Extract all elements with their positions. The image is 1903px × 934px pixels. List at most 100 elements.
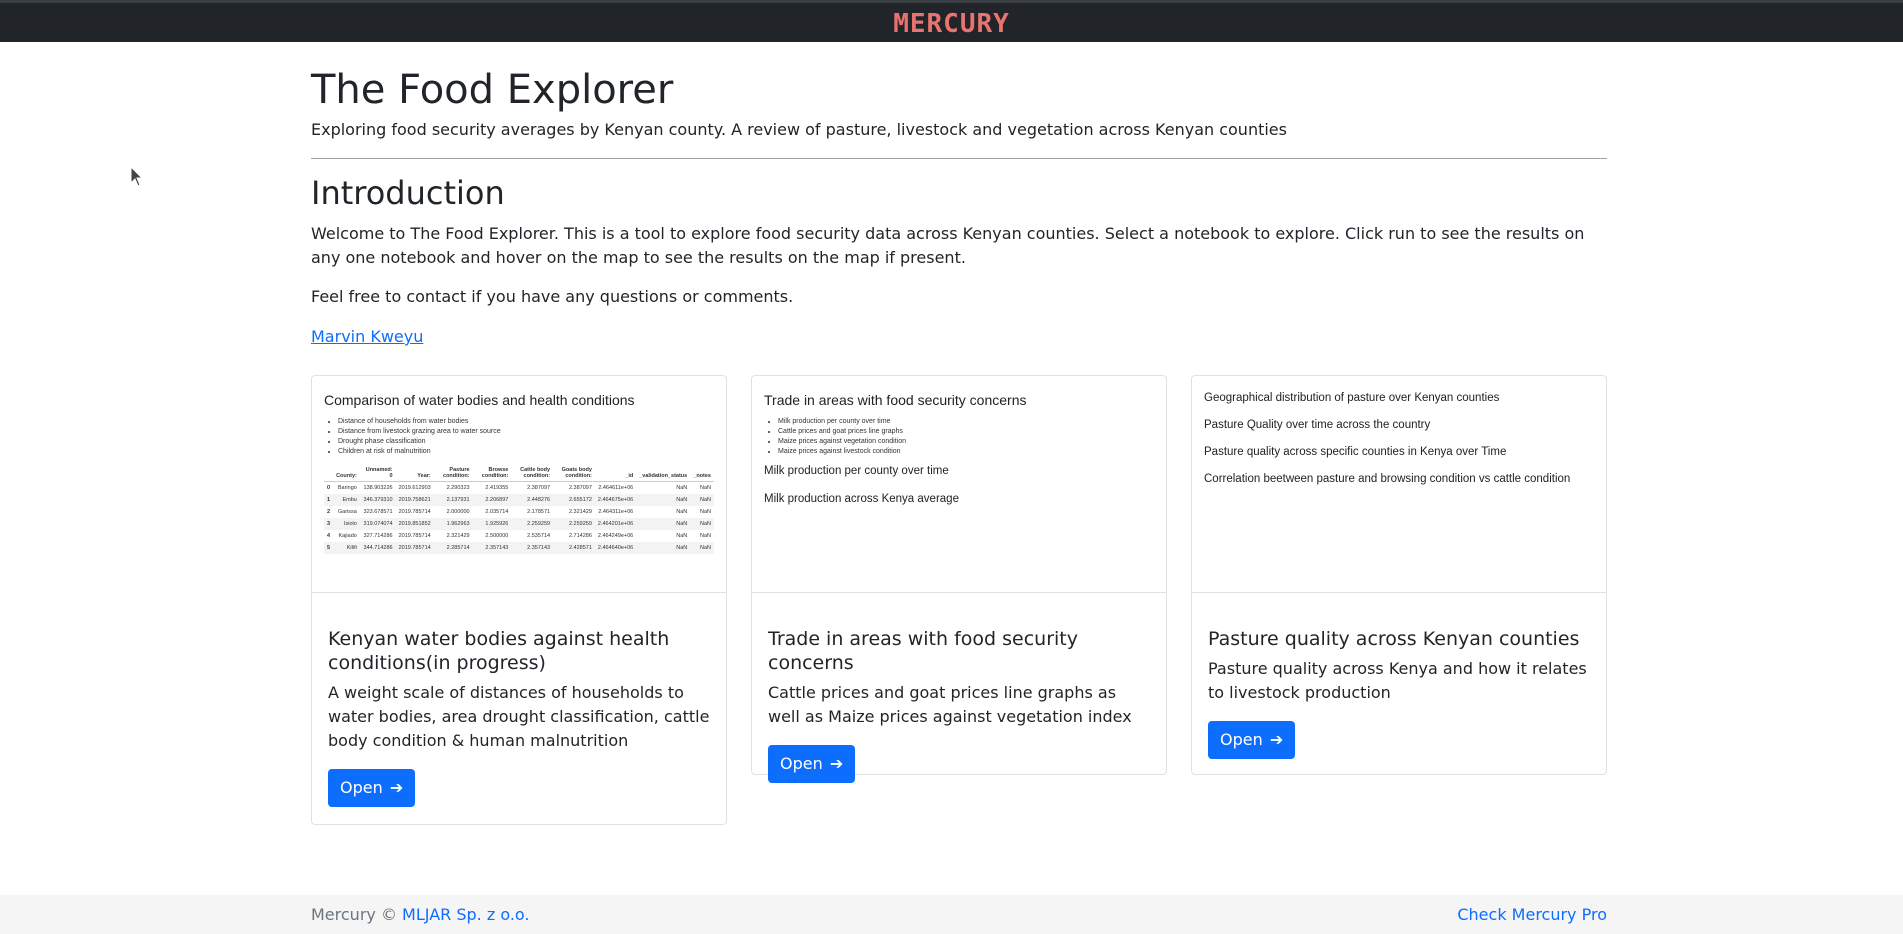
table-cell: 138.903226 [363, 485, 393, 491]
preview-line: Geographical distribution of pasture ove… [1204, 392, 1500, 404]
table-row: 0 Baringo 138.903226 2019.612903 2.290323 2.4… [324, 482, 714, 495]
divider [311, 158, 1607, 159]
preview-list-item: Drought phase classification [338, 438, 714, 445]
mercury-pro-link[interactable]: Check Mercury Pro [1457, 905, 1607, 924]
footer: Mercury © MLJAR Sp. z o.o. Check Mercury… [0, 895, 1903, 934]
table-cell: 3 [324, 518, 334, 530]
table-cell: NaN [636, 494, 691, 506]
table-cell: NaN [699, 533, 711, 539]
table-cell: 323.678571 [363, 509, 393, 515]
table-header-cell: Browse condition: [472, 465, 512, 482]
table-cell: 2.464611e+06 [598, 485, 634, 491]
open-button-label: Open [1220, 730, 1263, 749]
table-row: 1 Embu 346.379310 2019.758621 2.137931 2.2068… [324, 494, 714, 506]
table-cell: NaN [676, 509, 688, 515]
table-cell: 2019.785714 [398, 533, 431, 539]
footer-copyright: Mercury © MLJAR Sp. z o.o. [311, 905, 530, 924]
card-text: Cattle prices and goat prices line graph… [768, 683, 1132, 726]
table-cell: 2.464675e+06 [594, 494, 637, 506]
open-button[interactable]: Open ➔ [768, 745, 856, 783]
preview-list-item: Maize prices against vegetation conditio… [778, 438, 1154, 445]
arrow-right-icon: ➔ [829, 754, 844, 773]
preview-list-item: Distance of households from water bodies [338, 418, 714, 425]
table-cell: NaN [699, 509, 711, 515]
table-cell: 4 [327, 533, 331, 539]
card-preview[interactable]: Geographical distribution of pasture ove… [1192, 376, 1606, 593]
preview-list: Milk production per county over time Cat… [764, 418, 1154, 455]
table-cell: Kilifi [333, 542, 360, 554]
table-cell: 2.464640e+06 [594, 542, 637, 554]
arrow-right-icon: ➔ [1269, 730, 1284, 749]
table-header-cell: Unnamed: 0 [359, 465, 396, 482]
table-cell: 1.962963 [433, 518, 473, 530]
table-header-cell: Goats body condition: [553, 465, 595, 482]
table-cell: 2.321429 [446, 533, 470, 539]
author-link[interactable]: Marvin Kweyu [311, 327, 423, 346]
table-header-cell: Pasture condition: [433, 465, 473, 482]
table-body: 0 Baringo 138.903226 2019.612903 2.290323 2.4… [324, 482, 714, 554]
preview-list-item: Cattle prices and goat prices line graph… [778, 428, 1154, 435]
table-cell: 5 [324, 542, 334, 554]
intro-text: Welcome to The Food Explorer. This is a … [311, 224, 1585, 267]
table-cell: 2.137931 [433, 494, 473, 506]
open-button[interactable]: Open ➔ [1208, 721, 1296, 759]
card-text: A weight scale of distances of household… [328, 683, 710, 750]
preview-list-item: Distance from livestock grazing area to … [338, 428, 714, 435]
table-cell: 344.714286 [359, 542, 396, 554]
table-cell: 2.387097 [527, 485, 551, 491]
table-cell: 2.535714 [527, 533, 551, 539]
table-cell: 2.290323 [446, 485, 470, 491]
table-row: 2 Garissa 323.678571 2019.785714 2.000000 2.0… [324, 506, 714, 518]
preview-heading: Comparison of water bodies and health co… [324, 392, 635, 408]
section-title: Introduction [311, 174, 505, 212]
table-header-cell: Year: [395, 465, 434, 482]
table-header-cell: _id [594, 465, 637, 482]
open-button-label: Open [340, 778, 383, 797]
table-header-cell: _notes [690, 465, 714, 482]
table-header-cell [324, 465, 334, 482]
table-header-row: County: Unnamed: 0 Year: Pasture conditi… [324, 465, 714, 482]
preview-line: Correlation beetween pasture and browsin… [1204, 473, 1571, 485]
page-title: The Food Explorer [311, 67, 674, 113]
card-preview[interactable]: Trade in areas with food security concer… [752, 376, 1166, 593]
table-cell: Kajiado [338, 533, 357, 539]
card-title: Kenyan water bodies against health condi… [328, 628, 670, 674]
table-cell: 2 [327, 509, 331, 515]
table-cell: 2019.851852 [395, 518, 434, 530]
table-cell: 2.655172 [553, 494, 595, 506]
table-cell: Isiolo [333, 518, 360, 530]
table-cell: 2.321429 [568, 509, 592, 515]
brand-logo[interactable]: MERCURY [0, 9, 1903, 39]
table-cell: 2.178571 [527, 509, 551, 515]
open-button-label: Open [780, 754, 823, 773]
table-cell: Baringo [337, 485, 357, 491]
mljar-link[interactable]: MLJAR Sp. z o.o. [402, 905, 529, 924]
table-cell: 2.357143 [472, 542, 512, 554]
card-title: Trade in areas with food security concer… [768, 628, 1078, 674]
top-navbar: MERCURY [0, 0, 1903, 42]
table-row: 4 Kajiado 327.714286 2019.785714 2.321429 2.5… [324, 530, 714, 542]
table-cell: NaN [676, 485, 688, 491]
preview-line: Milk production across Kenya average [764, 493, 959, 505]
table-cell: NaN [676, 533, 688, 539]
table-cell: 2.419355 [485, 485, 509, 491]
notebook-card: Trade in areas with food security concer… [751, 375, 1167, 783]
preview-table: County: Unnamed: 0 Year: Pasture conditi… [324, 465, 714, 554]
card-text: Pasture quality across Kenya and how it … [1208, 659, 1587, 702]
table-cell: 2.387097 [568, 485, 592, 491]
table-cell: 2.259259 [553, 518, 595, 530]
table-cell: 1.925926 [472, 518, 512, 530]
table-row: 3 Isiolo 319.074074 2019.851852 1.962963 1.92… [324, 518, 714, 530]
table-cell: 346.379310 [359, 494, 396, 506]
card-preview[interactable]: Comparison of water bodies and health co… [312, 376, 726, 593]
table-cell: 2019.785714 [395, 542, 434, 554]
mouse-pointer-icon [130, 166, 144, 187]
preview-heading: Trade in areas with food security concer… [764, 392, 1027, 408]
table-cell: 2.448276 [511, 494, 554, 506]
table-cell: 2.035714 [485, 509, 509, 515]
open-button[interactable]: Open ➔ [328, 769, 416, 807]
table-cell: Embu [333, 494, 360, 506]
card-body: Kenyan water bodies against health condi… [312, 593, 726, 823]
card-title: Pasture quality across Kenyan counties [1208, 628, 1580, 650]
table-header-cell: Cattle body condition: [511, 465, 554, 482]
